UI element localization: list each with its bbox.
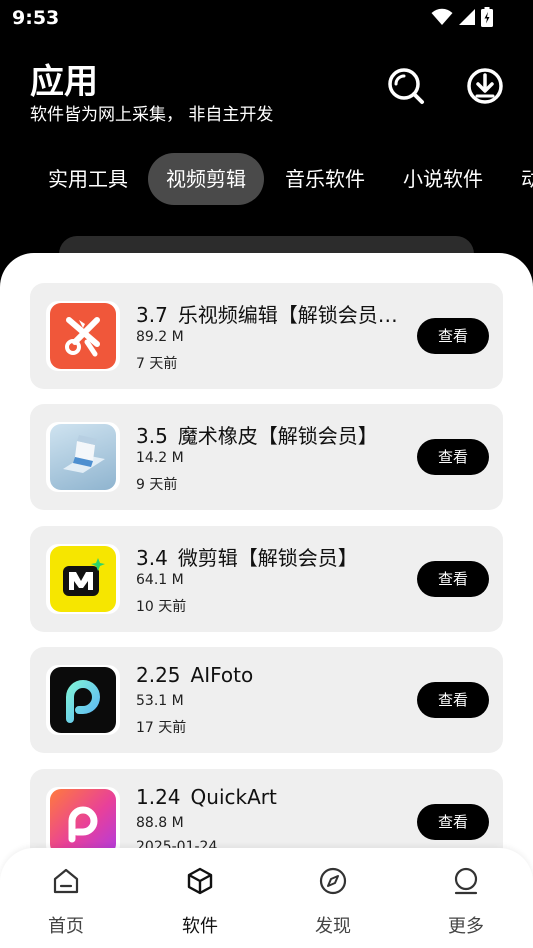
app-version: 1.24 bbox=[136, 785, 181, 809]
app-version: 2.25 bbox=[136, 663, 181, 687]
app-name: QuickArt bbox=[190, 785, 277, 809]
quickart-icon bbox=[50, 789, 116, 855]
app-version: 3.4 bbox=[136, 546, 168, 570]
eraser-icon bbox=[50, 424, 116, 490]
tab-tools[interactable]: 实用工具 bbox=[48, 153, 128, 205]
signal-icon bbox=[459, 9, 475, 25]
app-card[interactable]: 3.7 乐视频编辑【解锁会员… 89.2 M 7 天前 查看 bbox=[30, 283, 503, 389]
status-bar: 9:53 bbox=[0, 0, 533, 36]
app-icon-frame bbox=[46, 665, 120, 735]
app-icon-frame bbox=[46, 301, 120, 371]
scissors-icon bbox=[50, 303, 116, 369]
app-date: 17 天前 bbox=[136, 720, 187, 736]
category-tabs: 实用工具 视频剪辑 音乐软件 小说软件 动 bbox=[0, 153, 533, 205]
app-icon-frame bbox=[46, 544, 120, 614]
app-card[interactable]: 2.25 AIFoto 53.1 M 17 天前 查看 bbox=[30, 647, 503, 753]
app-title: 2.25 AIFoto bbox=[136, 663, 253, 687]
search-button[interactable] bbox=[386, 66, 426, 106]
nav-label: 更多 bbox=[448, 916, 484, 937]
app-icon-frame bbox=[46, 787, 120, 857]
app-title: 1.24 QuickArt bbox=[136, 785, 277, 809]
app-name: 魔术橡皮【解锁会员】 bbox=[177, 424, 378, 448]
app-title: 3.4 微剪辑【解锁会员】 bbox=[136, 542, 358, 571]
nav-label: 首页 bbox=[48, 916, 84, 937]
view-button[interactable]: 查看 bbox=[417, 561, 489, 597]
download-icon bbox=[467, 68, 503, 104]
tab-video-editing[interactable]: 视频剪辑 bbox=[148, 153, 264, 205]
battery-icon bbox=[481, 7, 493, 27]
app-size: 89.2 M bbox=[136, 329, 184, 345]
compass-icon bbox=[319, 867, 347, 895]
app-icon-frame bbox=[46, 422, 120, 492]
app-size: 53.1 M bbox=[136, 693, 184, 709]
search-icon bbox=[388, 68, 424, 104]
status-time: 9:53 bbox=[12, 7, 60, 29]
nav-more[interactable]: 更多 bbox=[426, 866, 506, 938]
more-icon bbox=[454, 867, 478, 895]
p-logo-icon bbox=[50, 667, 116, 733]
app-size: 88.8 M bbox=[136, 815, 184, 831]
page-title: 应用 bbox=[30, 62, 98, 102]
cube-icon bbox=[187, 867, 213, 895]
app-date: 7 天前 bbox=[136, 356, 178, 372]
app-title: 3.5 魔术橡皮【解锁会员】 bbox=[136, 420, 378, 449]
nav-software[interactable]: 软件 bbox=[160, 866, 240, 938]
app-date: 9 天前 bbox=[136, 477, 178, 493]
app-card[interactable]: 3.5 魔术橡皮【解锁会员】 14.2 M 9 天前 查看 bbox=[30, 404, 503, 510]
tab-music[interactable]: 音乐软件 bbox=[285, 153, 365, 205]
view-button[interactable]: 查看 bbox=[417, 439, 489, 475]
app-list-sheet: 3.7 乐视频编辑【解锁会员… 89.2 M 7 天前 查看 3.5 魔术橡皮【解锁… bbox=[0, 253, 533, 948]
nav-label: 软件 bbox=[182, 916, 218, 937]
nav-discover[interactable]: 发现 bbox=[293, 866, 373, 938]
app-size: 64.1 M bbox=[136, 572, 184, 588]
tab-more-category[interactable]: 动 bbox=[521, 153, 533, 205]
app-date: 10 天前 bbox=[136, 599, 187, 615]
app-name: 微剪辑【解锁会员】 bbox=[177, 546, 358, 570]
app-name: AIFoto bbox=[190, 663, 254, 687]
app-size: 14.2 M bbox=[136, 450, 184, 466]
app-name: 乐视频编辑【解锁会员… bbox=[177, 303, 398, 327]
app-version: 3.7 bbox=[136, 303, 168, 327]
nav-label: 发现 bbox=[315, 916, 351, 937]
app-card[interactable]: 3.4 微剪辑【解锁会员】 64.1 M 10 天前 查看 bbox=[30, 526, 503, 632]
page-subtitle: 软件皆为网上采集， 非自主开发 bbox=[30, 105, 274, 125]
home-icon bbox=[53, 868, 79, 894]
app-title: 3.7 乐视频编辑【解锁会员… bbox=[136, 299, 398, 328]
tab-novels[interactable]: 小说软件 bbox=[403, 153, 483, 205]
view-button[interactable]: 查看 bbox=[417, 682, 489, 718]
view-button[interactable]: 查看 bbox=[417, 318, 489, 354]
download-button[interactable] bbox=[465, 66, 505, 106]
wifi-icon bbox=[431, 8, 453, 25]
app-version: 3.5 bbox=[136, 424, 168, 448]
m-logo-icon bbox=[50, 546, 116, 612]
view-button[interactable]: 查看 bbox=[417, 804, 489, 840]
bottom-nav: 首页 软件 发现 更多 bbox=[0, 848, 533, 948]
status-icons bbox=[431, 7, 493, 27]
nav-home[interactable]: 首页 bbox=[26, 866, 106, 938]
